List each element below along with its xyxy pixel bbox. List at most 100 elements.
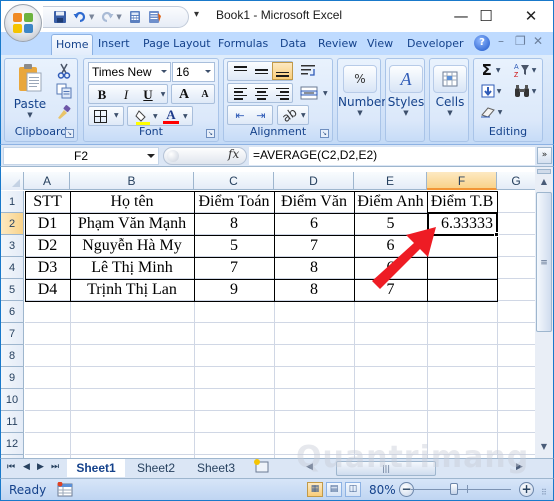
number-button[interactable]: % Number ▼	[338, 61, 386, 125]
row-header-10[interactable]: 10	[1, 389, 24, 411]
align-center-button[interactable]	[251, 86, 271, 101]
zoom-slider-track[interactable]	[411, 489, 511, 490]
column-header-f[interactable]: F	[427, 172, 497, 190]
save-icon[interactable]	[53, 10, 67, 24]
align-left-button[interactable]	[230, 86, 250, 101]
normal-view-button[interactable]: ▦	[307, 482, 323, 497]
cells-button[interactable]: Cells ▼	[428, 61, 472, 125]
office-button[interactable]	[4, 4, 42, 42]
fill-button[interactable]: ▼	[478, 82, 504, 100]
customize-qat-icon[interactable]: ▾	[194, 9, 199, 20]
styles-button[interactable]: A Styles ▼	[384, 61, 428, 125]
cell-f1[interactable]: Điểm T.B	[427, 191, 497, 213]
cell-a5[interactable]: D4	[25, 279, 70, 301]
next-sheet-button[interactable]: ▶	[37, 462, 44, 472]
sort-filter-button[interactable]: AZ ▼	[510, 61, 540, 79]
previous-sheet-button[interactable]: ◀	[23, 462, 30, 472]
scroll-up-button[interactable]: ▲	[536, 177, 552, 191]
resize-grip-icon[interactable]: ⠿	[541, 488, 547, 497]
cell-d1[interactable]: Điểm Văn	[274, 191, 354, 213]
row-header-1[interactable]: 1	[1, 191, 24, 213]
horizontal-scroll-thumb[interactable]: |||	[336, 461, 436, 476]
row-header-7[interactable]: 7	[1, 323, 24, 345]
column-header-g[interactable]: G	[497, 172, 535, 190]
row-header-3[interactable]: 3	[1, 235, 24, 257]
clipboard-dialog-launcher[interactable]: ↘	[65, 129, 74, 138]
workbook-minimize-button[interactable]: –	[498, 34, 504, 48]
name-box[interactable]: F2	[3, 147, 159, 165]
column-header-b[interactable]: B	[70, 172, 194, 190]
cell-a1[interactable]: STT	[25, 191, 70, 213]
redo-icon[interactable]	[100, 10, 114, 24]
sheet-tab-sheet1[interactable]: Sheet1	[67, 459, 125, 477]
vertical-scroll-thumb[interactable]: ≡	[536, 192, 552, 332]
first-sheet-button[interactable]: ⏮	[7, 462, 15, 472]
undo-dropdown[interactable]: ▼	[89, 13, 94, 21]
sheet-tab-sheet3[interactable]: Sheet3	[189, 459, 243, 477]
calculator-icon[interactable]	[128, 10, 142, 24]
form-icon[interactable]	[148, 10, 162, 24]
cell-c1[interactable]: Điểm Toán	[194, 191, 274, 213]
cell-b4[interactable]: Lê Thị Minh	[70, 257, 194, 279]
vertical-scrollbar[interactable]: ▲ ≡ ▼	[535, 167, 553, 458]
tab-page-layout[interactable]: Page Layout	[139, 34, 215, 55]
tab-view[interactable]: View	[363, 34, 397, 55]
copy-button[interactable]	[55, 82, 73, 100]
row-header-8[interactable]: 8	[1, 345, 24, 367]
macro-record-icon[interactable]	[57, 481, 73, 500]
underline-button[interactable]: U	[139, 86, 157, 103]
page-layout-view-button[interactable]: ▤	[326, 482, 342, 497]
cut-button[interactable]	[55, 62, 73, 80]
font-size-dropdown[interactable]: 16	[172, 62, 215, 82]
row-header-4[interactable]: 4	[1, 257, 24, 279]
row-header-11[interactable]: 11	[1, 411, 24, 433]
font-name-dropdown[interactable]: Times New Ro	[88, 62, 171, 97]
find-select-button[interactable]: ▼	[510, 82, 540, 100]
fill-handle[interactable]	[494, 232, 499, 237]
zoom-slider-thumb[interactable]	[450, 483, 458, 495]
page-break-preview-button[interactable]: ◫	[345, 482, 361, 497]
cell-a2[interactable]: D1	[25, 213, 70, 235]
workbook-restore-button[interactable]: ❐	[515, 34, 526, 48]
formula-input[interactable]: =AVERAGE(C2,D2,E2)	[249, 147, 535, 165]
cell-a3[interactable]: D2	[25, 235, 70, 257]
underline-dropdown[interactable]: ▼	[158, 86, 168, 103]
cell-b2[interactable]: Phạm Văn Mạnh	[70, 213, 194, 235]
font-color-dropdown[interactable]: ▼	[183, 113, 188, 120]
cell-d5[interactable]: 8	[274, 279, 354, 301]
cell-c4[interactable]: 7	[194, 257, 274, 279]
tab-formulas[interactable]: Formulas	[214, 34, 272, 55]
tab-developer[interactable]: Developer	[403, 34, 468, 55]
grow-font-button[interactable]: A	[174, 86, 194, 103]
cell-b3[interactable]: Nguyễn Hà My	[70, 235, 194, 257]
zoom-in-button[interactable]: +	[519, 482, 534, 497]
undo-icon[interactable]	[73, 10, 87, 24]
sheet-tab-sheet2[interactable]: Sheet2	[129, 459, 183, 477]
redo-dropdown[interactable]: ▼	[116, 13, 121, 21]
tab-data[interactable]: Data	[276, 34, 310, 55]
align-right-button[interactable]	[272, 86, 292, 101]
merge-dropdown[interactable]: ▼	[323, 90, 328, 97]
tab-home[interactable]: Home	[51, 34, 94, 55]
font-color-button[interactable]: A	[162, 107, 180, 124]
column-header-a[interactable]: A	[25, 172, 70, 190]
insert-function-icon[interactable]: fx	[228, 147, 239, 161]
cell-c3[interactable]: 5	[194, 235, 274, 257]
zoom-level[interactable]: 80%	[369, 483, 396, 497]
split-box[interactable]	[537, 169, 551, 174]
maximize-button[interactable]: ☐	[471, 5, 501, 27]
orientation-button[interactable]: ab ▼	[277, 105, 309, 125]
format-painter-button[interactable]	[55, 103, 73, 121]
insert-sheet-button[interactable]	[249, 459, 273, 477]
horizontal-scrollbar[interactable]: ◀ ||| ▶	[306, 461, 536, 476]
column-header-e[interactable]: E	[354, 172, 427, 190]
italic-button[interactable]: I	[115, 86, 137, 103]
alignment-dialog-launcher[interactable]: ↘	[320, 129, 329, 138]
cell-d3[interactable]: 7	[274, 235, 354, 257]
row-header-5[interactable]: 5	[1, 279, 24, 301]
fill-color-dropdown[interactable]: ▼	[153, 113, 158, 120]
tab-review[interactable]: Review	[314, 34, 361, 55]
cell-b1[interactable]: Họ tên	[70, 191, 194, 213]
merge-center-button[interactable]	[297, 84, 321, 102]
row-header-2[interactable]: 2	[1, 213, 24, 235]
